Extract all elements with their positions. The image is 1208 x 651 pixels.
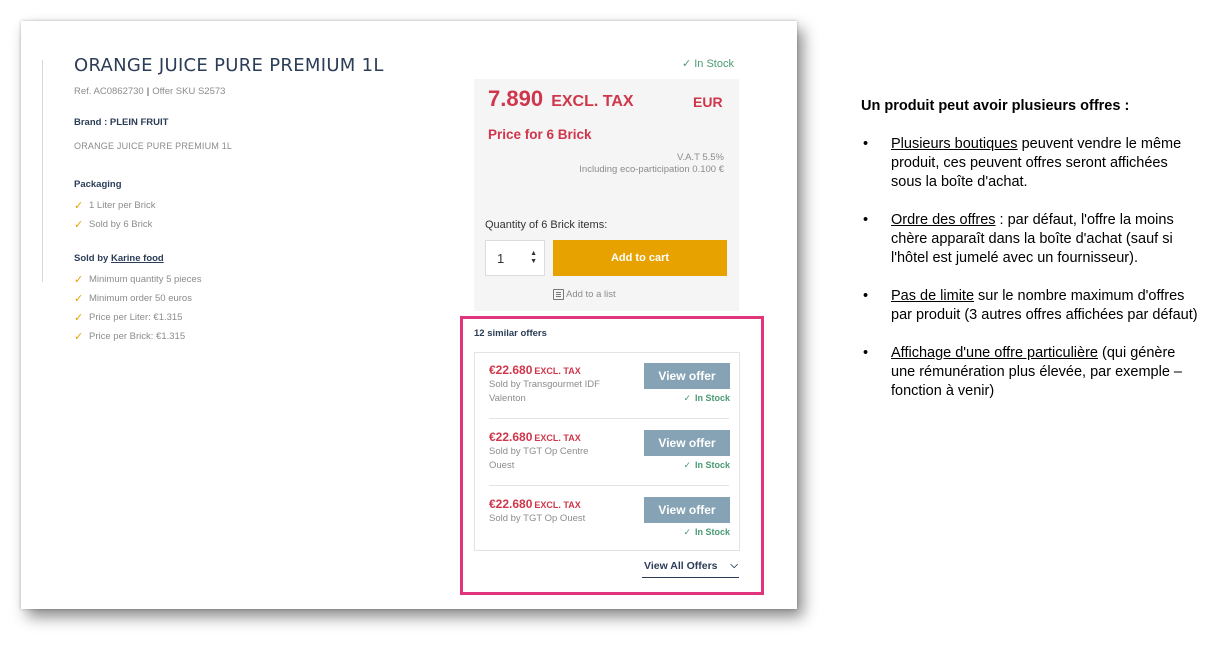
view-offer-button[interactable]: View offer: [644, 430, 730, 456]
product-description: ORANGE JUICE PURE PREMIUM 1L: [74, 141, 233, 151]
notes-heading: Un produit peut avoir plusieurs offres :: [861, 98, 1130, 114]
product-brand: Brand : PLEIN FRUIT: [74, 117, 169, 128]
view-offer-button[interactable]: View offer: [644, 497, 730, 523]
view-all-offers-link[interactable]: View All Offers ⌵: [642, 560, 739, 578]
check-icon: ✓: [74, 219, 84, 231]
product-title: ORANGE JUICE PURE PREMIUM 1L: [74, 55, 384, 76]
check-icon: ✓: [74, 312, 84, 324]
quantity-stepper[interactable]: 1 ▲ ▼: [485, 240, 545, 276]
ref-code: Ref. AC0862730: [74, 86, 144, 97]
offer-divider: [489, 418, 729, 419]
stock-status: ✓ In Stock: [682, 58, 734, 70]
add-to-list-link[interactable]: Add to a list: [553, 289, 616, 300]
sold-by-heading: Sold by Karine food: [74, 253, 164, 264]
offer-divider: [489, 485, 729, 486]
offer-seller: Sold by TGT Op Centre Ouest: [489, 446, 589, 471]
similar-offers-title: 12 similar offers: [474, 328, 547, 339]
offer-price: €22.680 EXCL. TAX: [489, 497, 581, 511]
product-reference: Ref. AC0862730 | Offer SKU S2573: [74, 86, 225, 97]
view-offer-button[interactable]: View offer: [644, 363, 730, 389]
eco-participation: Including eco-participation 0.100 €: [579, 164, 724, 175]
quantity-label: Quantity of 6 Brick items:: [485, 219, 608, 231]
list-item: ✓ Price per Liter: €1.315: [74, 312, 183, 324]
offers-list: €22.680 EXCL. TAX Sold by Transgourmet ID…: [474, 352, 740, 551]
stepper-arrows-icon[interactable]: ▲ ▼: [530, 250, 537, 266]
list-item: ✓ Sold by 6 Brick: [74, 219, 153, 231]
check-icon: ✓: [74, 200, 84, 212]
offer-stock: ✓ In Stock: [683, 460, 730, 470]
quantity-value[interactable]: 1: [497, 251, 504, 266]
offer-item: €22.680 EXCL. TAX Sold by TGT Op Centre O…: [489, 430, 730, 496]
price-per-unit: Price for 6 Brick: [488, 127, 592, 142]
check-icon: ✓: [74, 293, 84, 305]
offer-seller: Sold by TGT Op Ouest: [489, 513, 586, 524]
offer-stock: ✓ In Stock: [683, 527, 730, 537]
check-icon: ✓: [683, 393, 691, 403]
vat-info: V.A.T 5.5%: [676, 152, 724, 163]
offer-stock: ✓ In Stock: [683, 393, 730, 403]
chevron-down-icon: ⌵: [730, 560, 738, 571]
list-item: ✓ 1 Liter per Brick: [74, 200, 156, 212]
price: 7.890 EXCL. TAX: [488, 86, 634, 111]
ref-separator: |: [146, 86, 150, 97]
offer-price: €22.680 EXCL. TAX: [489, 363, 581, 377]
annotation-notes: Un produit peut avoir plusieurs offres :…: [861, 98, 1201, 420]
list-item: ✓ Minimum order 50 euros: [74, 293, 192, 305]
seller-link[interactable]: Karine food: [111, 253, 164, 264]
check-icon: ✓: [683, 527, 691, 537]
offer-seller: Sold by Transgourmet IDF Valenton: [489, 379, 600, 404]
list-item: ✓ Minimum quantity 5 pieces: [74, 274, 202, 286]
check-icon: ✓: [74, 331, 84, 343]
notes-list: Plusieurs boutiques peuvent vendre le mê…: [861, 135, 1201, 401]
list-item: Pas de limite sur le nombre maximum d'of…: [861, 287, 1201, 325]
offer-sku: Offer SKU S2573: [152, 86, 226, 97]
offer-item: €22.680 EXCL. TAX Sold by Transgourmet ID…: [489, 363, 730, 429]
check-icon: ✓: [683, 460, 691, 470]
list-item: Plusieurs boutiques peuvent vendre le mê…: [861, 135, 1201, 192]
check-icon: ✓: [682, 58, 692, 70]
check-icon: ✓: [74, 274, 84, 286]
offer-item: €22.680 EXCL. TAX Sold by TGT Op Ouest Vi…: [489, 497, 730, 563]
buy-box: [474, 79, 739, 311]
list-item: Ordre des offres : par défaut, l'offre l…: [861, 211, 1201, 268]
left-panel-edge: [21, 60, 43, 282]
packaging-heading: Packaging: [74, 179, 122, 190]
list-icon: [553, 289, 564, 300]
offer-price: €22.680 EXCL. TAX: [489, 430, 581, 444]
list-item: Affichage d'une offre particulière (qui …: [861, 344, 1201, 401]
currency: EUR: [693, 94, 723, 110]
packaging-list: ✓ 1 Liter per Brick ✓ Sold by 6 Brick: [74, 196, 156, 234]
add-to-cart-button[interactable]: Add to cart: [553, 240, 727, 276]
seller-conditions-list: ✓ Minimum quantity 5 pieces ✓ Minimum orde…: [74, 270, 201, 346]
list-item: ✓ Price per Brick: €1.315: [74, 331, 186, 343]
